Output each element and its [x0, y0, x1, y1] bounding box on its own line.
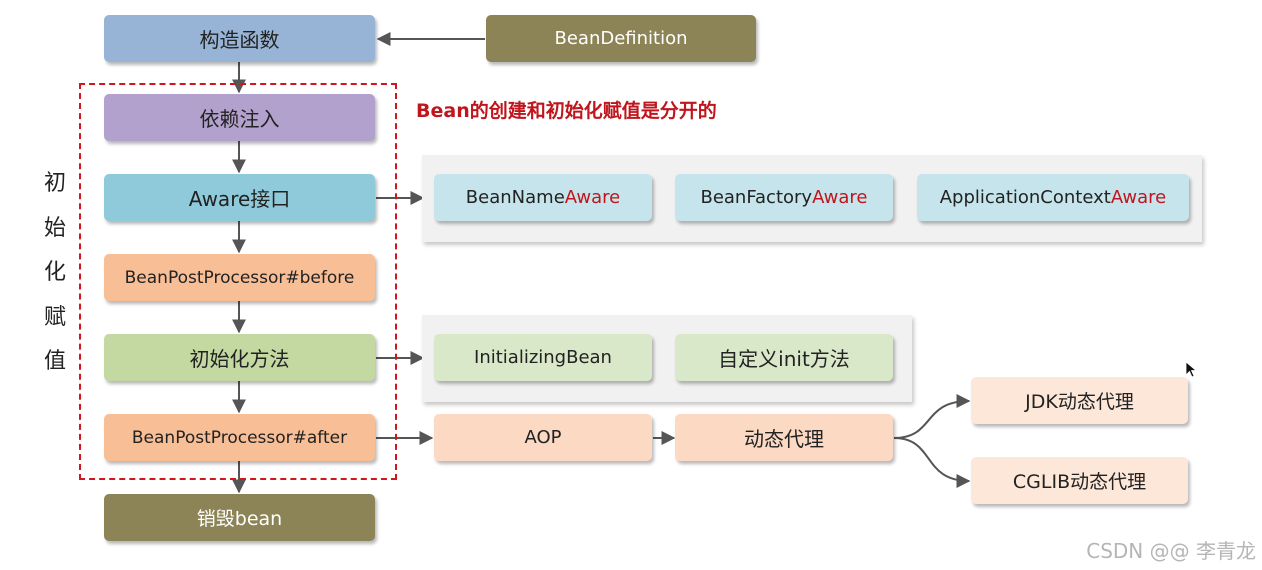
bean-factory-aware-prefix: BeanFactory — [700, 187, 813, 208]
note-text: Bean的创建和初始化赋值是分开的 — [416, 100, 717, 122]
aop-node: AOP — [434, 414, 652, 461]
custom-init-node: 自定义init方法 — [675, 334, 893, 381]
bean-name-aware-node: BeanName Aware — [434, 174, 652, 221]
constructor-node: 构造函数 — [104, 15, 375, 62]
bean-name-aware-suffix: Aware — [564, 187, 621, 208]
arrow-proxy-to-jdk — [893, 394, 971, 439]
initializing-bean-node: InitializingBean — [434, 334, 652, 381]
side-label-char: 化 — [43, 260, 66, 285]
bean-name-aware-prefix: BeanName — [465, 187, 565, 208]
dynamic-proxy-node: 动态代理 — [675, 414, 893, 461]
aware-interface-node: Aware接口 — [104, 174, 375, 221]
application-context-aware-suffix: Aware — [1110, 187, 1167, 208]
application-context-aware-prefix: ApplicationContext — [939, 187, 1111, 208]
csdn-watermark: CSDN @@ 李青龙 — [1086, 539, 1256, 563]
side-label-char: 值 — [43, 349, 66, 374]
jdk-proxy-node: JDK动态代理 — [971, 377, 1188, 424]
post-processor-before-node: BeanPostProcessor#before — [104, 254, 375, 301]
arrow-proxy-to-cglib — [893, 437, 971, 488]
bean-definition-node: BeanDefinition — [486, 15, 756, 62]
application-context-aware-node: ApplicationContext Aware — [917, 174, 1189, 221]
side-label-char: 始 — [43, 215, 66, 241]
init-method-node: 初始化方法 — [104, 334, 375, 381]
dependency-injection-node: 依赖注入 — [104, 94, 375, 141]
side-label-char: 赋 — [43, 304, 66, 330]
initialization-side-label: 初 始 化 赋 值 — [38, 162, 72, 385]
post-processor-after-node: BeanPostProcessor#after — [104, 414, 375, 461]
bean-factory-aware-node: BeanFactory Aware — [675, 174, 893, 221]
bean-factory-aware-suffix: Aware — [812, 187, 868, 208]
destroy-bean-node: 销毁bean — [104, 494, 375, 541]
cglib-proxy-node: CGLIB动态代理 — [971, 457, 1188, 504]
mouse-cursor-icon — [1185, 361, 1198, 378]
side-label-char: 初 — [43, 171, 66, 196]
